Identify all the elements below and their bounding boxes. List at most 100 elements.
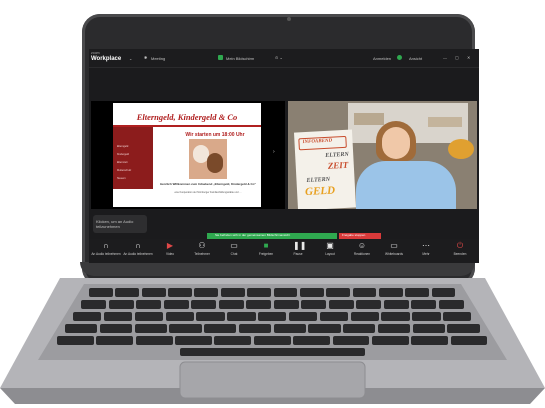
- keyboard-key: [405, 288, 430, 297]
- layout-button[interactable]: ▣ Layout: [315, 239, 345, 263]
- headphones-icon: ∩: [103, 241, 109, 250]
- flowers: [448, 139, 474, 159]
- slide-side-item: Kindergeld: [117, 153, 129, 156]
- view-menu[interactable]: Ansicht: [409, 56, 422, 61]
- keyboard-key: [115, 288, 140, 297]
- keyboard-key: [134, 324, 167, 333]
- share-icon: ■: [263, 241, 269, 250]
- keyboard-key: [412, 324, 445, 333]
- more-icon: ⋯: [422, 241, 430, 250]
- keyboard-key: [381, 312, 410, 321]
- toolbar-label: Reaktionen: [353, 252, 371, 256]
- chat-icon: ▭: [230, 241, 238, 250]
- flipchart: INFOABEND ELTERN ZEIT ELTERN GELD: [293, 129, 357, 209]
- keyboard-key: [450, 336, 488, 345]
- keyboard-key: [175, 336, 212, 345]
- keyboard-key: [194, 288, 219, 297]
- keyboard-key: [328, 300, 354, 309]
- settings-icon[interactable]: ⊙ ⌄: [275, 55, 283, 60]
- close-icon[interactable]: ✕: [467, 55, 470, 60]
- stop-share-label: Freigabe stoppen: [342, 233, 366, 237]
- meeting-toolbar: ∩ An Audio teilnehmen ∩ An Audio teilneh…: [89, 239, 479, 263]
- keyboard-key: [108, 300, 134, 309]
- keyboard: [0, 278, 545, 388]
- whiteboard-button[interactable]: ▭ Whiteboards: [379, 239, 409, 263]
- keyboard-key: [246, 300, 271, 309]
- leave-button[interactable]: ⏻ Beenden: [445, 239, 475, 263]
- keyboard-key: [136, 300, 161, 309]
- keyboard-key: [301, 300, 326, 309]
- keyboard-key: [204, 324, 237, 333]
- minimize-icon[interactable]: —: [443, 55, 447, 60]
- share-banner-text: Sie befinden sich in der gemeinsamen Bil…: [215, 233, 291, 237]
- keyboard-key: [253, 336, 291, 345]
- signin-link[interactable]: Anmelden: [373, 56, 391, 61]
- keyboard-key: [411, 336, 449, 345]
- audio-join-popup[interactable]: Klicken, um an Audio teilzunehmen: [93, 215, 147, 233]
- join-audio-button[interactable]: ∩ An Audio teilnehmen: [91, 239, 121, 263]
- reactions-icon: ☺: [357, 241, 367, 250]
- join-audio-button-2[interactable]: ∩ An Audio teilnehmen: [123, 239, 153, 263]
- video-button[interactable]: ▶ Video: [155, 239, 185, 263]
- maximize-icon[interactable]: ▢: [455, 55, 459, 60]
- keyboard-key: [319, 312, 349, 321]
- chat-button[interactable]: ▭ Chat: [219, 239, 249, 263]
- presentation-slide: Elterngeld, Kindergeld & Co Elterngeld K…: [113, 103, 261, 207]
- keyboard-key: [134, 312, 164, 321]
- keyboard-key: [220, 288, 245, 297]
- headphones-icon: ∩: [135, 241, 141, 250]
- share-indicator-icon: [218, 55, 223, 60]
- share-button[interactable]: ■ Freigeben: [251, 239, 281, 263]
- keyboard-key: [168, 288, 192, 297]
- keyboard-key: [65, 324, 98, 333]
- keyboard-key: [163, 300, 189, 309]
- chevron-right-icon[interactable]: ›: [273, 149, 275, 155]
- keyboard-key: [378, 288, 403, 297]
- keyboard-key: [96, 336, 134, 345]
- speaker-video-tile[interactable]: INFOABEND ELTERN ZEIT ELTERN GELD: [288, 101, 477, 209]
- flipchart-line: ELTERN: [306, 176, 331, 184]
- pause-button[interactable]: ❚❚ Pause: [283, 239, 313, 263]
- keyboard-key: [438, 300, 464, 309]
- toolbar-label: Freigeben: [258, 252, 274, 256]
- laptop-hinge: [80, 262, 475, 276]
- keyboard-key: [412, 312, 441, 321]
- slide-start-time: Wir starten um 18:00 Uhr: [185, 132, 245, 138]
- keyboard-key: [352, 288, 377, 297]
- keyboard-key: [191, 300, 216, 309]
- keyboard-key: [299, 288, 324, 297]
- keyboard-key: [273, 288, 298, 297]
- app-brand: Workplace: [91, 56, 122, 62]
- keyboard-key: [73, 312, 102, 321]
- keyboard-key: [99, 324, 132, 333]
- title-bar: zoom Workplace ⌄ ✱ Meeting Mein Bildschi…: [89, 49, 479, 68]
- meeting-label[interactable]: Meeting: [151, 56, 165, 61]
- keyboard-key: [326, 288, 351, 297]
- keyboard-key: [141, 288, 166, 297]
- keyboard-key: [332, 336, 370, 345]
- shared-screen-tile[interactable]: Elterngeld, Kindergeld & Co Elterngeld K…: [91, 101, 285, 209]
- view-label[interactable]: Mein Bildschirm: [226, 56, 254, 61]
- keyboard-key: [356, 300, 381, 309]
- keyboard-key: [169, 324, 202, 333]
- toolbar-label: Video: [165, 252, 175, 256]
- keyboard-key: [273, 324, 306, 333]
- flipchart-line: ZEIT: [327, 159, 349, 171]
- participants-button[interactable]: ⚇ Teilnehmer: [187, 239, 217, 263]
- security-shield-icon[interactable]: [397, 55, 402, 60]
- chevron-down-icon[interactable]: ⌄: [129, 56, 132, 61]
- more-button[interactable]: ⋯ Mehr: [411, 239, 441, 263]
- toolbar-label: Mehr: [422, 252, 430, 256]
- brand-small: zoom: [91, 51, 100, 55]
- slide-photo: [189, 139, 227, 179]
- keyboard-key: [447, 324, 480, 333]
- reactions-button[interactable]: ☺ Reaktionen: [347, 239, 377, 263]
- flipchart-line: ELTERN: [325, 151, 349, 159]
- presenter-face: [382, 127, 410, 159]
- flipchart-line: GELD: [304, 184, 336, 199]
- toolbar-label: An Audio teilnehmen: [123, 252, 153, 256]
- webcam-dot: [287, 17, 291, 21]
- slide-subtitle: eine Kooperation der Nürnberger Familien…: [174, 191, 242, 194]
- keyboard-key: [377, 324, 410, 333]
- keyboard-key: [273, 300, 299, 309]
